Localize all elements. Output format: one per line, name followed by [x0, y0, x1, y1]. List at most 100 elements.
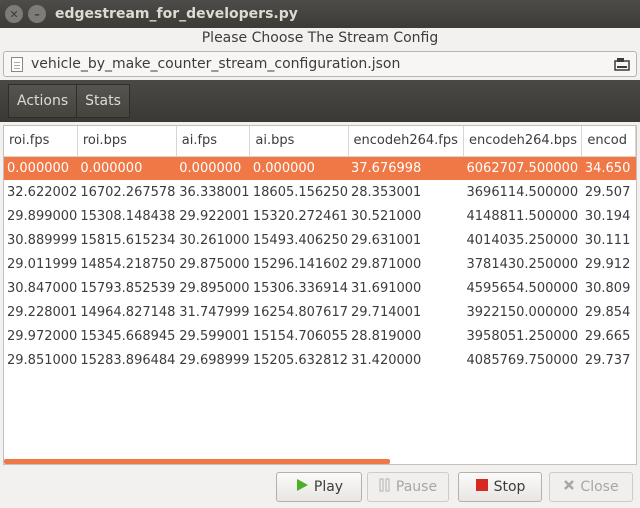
column-header[interactable]: encodeh264.bps	[463, 126, 583, 157]
table-cell: 29.011999	[7, 256, 78, 272]
column-header[interactable]: encod	[581, 126, 636, 157]
table-cell: 0.000000	[249, 156, 348, 180]
horizontal-scrollbar[interactable]	[4, 459, 636, 464]
table-cell: 31.691000	[351, 280, 422, 296]
table-cell: 30.261000	[179, 232, 250, 248]
pause-button-label: Pause	[395, 479, 438, 495]
table-cell: 15283.896484	[80, 352, 176, 368]
table-cell: 30.809	[584, 280, 631, 296]
table-cell: 4595654.500000	[466, 280, 579, 296]
table-cell: 15308.148438	[80, 208, 176, 224]
table-cell: 29.871000	[351, 256, 422, 272]
close-button-label: Close	[580, 479, 619, 495]
document-icon	[11, 56, 23, 72]
stats-table-view[interactable]: roi.fps roi.bps ai.fps ai.bps encodeh264…	[3, 125, 637, 465]
table-cell: 4148811.500000	[466, 208, 579, 224]
table-cell: 15493.406250	[252, 232, 348, 248]
table-cell: 29.922001	[179, 208, 250, 224]
table-cell: 15296.141602	[252, 256, 348, 272]
table-cell: 29.912	[584, 256, 631, 272]
table-cell: 29.507	[584, 184, 631, 200]
table-cell: 6062707.500000	[463, 156, 582, 180]
table-cell: 15205.632812	[252, 352, 348, 368]
column-header[interactable]: roi.bps	[77, 126, 177, 157]
toolbar: Actions Stats	[0, 80, 640, 122]
button-row: Play Pause Stop Close	[0, 472, 640, 502]
play-button[interactable]: Play	[276, 472, 362, 502]
table-row[interactable]: 30.847000 15793.852539 29.895000 15306.3369…	[4, 276, 636, 300]
play-button-label: Play	[313, 479, 344, 495]
table-cell: 16702.267578	[80, 184, 176, 200]
table-header-row: roi.fps roi.bps ai.fps ai.bps encodeh264…	[4, 126, 636, 157]
table-row[interactable]: 29.228001 14964.827148 31.747999 16254.8076…	[4, 300, 636, 324]
stop-button-label: Stop	[493, 479, 526, 495]
table-cell: 29.698999	[179, 352, 250, 368]
table-row[interactable]: 32.622002 16702.267578 36.338001 18605.1562…	[4, 180, 636, 204]
table-cell: 29.665	[584, 328, 631, 344]
table-cell: 3696114.500000	[466, 184, 579, 200]
table-cell: 29.228001	[7, 304, 78, 320]
config-file-name: vehicle_by_make_counter_stream_configura…	[31, 56, 401, 72]
table-cell: 30.111	[584, 232, 631, 248]
table-cell: 29.854	[584, 304, 631, 320]
table-cell: 15320.272461	[252, 208, 348, 224]
stop-button[interactable]: Stop	[458, 472, 542, 502]
open-folder-icon[interactable]	[614, 56, 630, 72]
table-cell: 30.521000	[351, 208, 422, 224]
table-cell: 15306.336914	[252, 280, 348, 296]
table-cell: 28.353001	[351, 184, 422, 200]
table-cell: 15154.706055	[252, 328, 348, 344]
config-file-chooser[interactable]: vehicle_by_make_counter_stream_configura…	[3, 51, 637, 77]
table-cell: 34.650	[581, 156, 636, 180]
stop-icon	[475, 478, 489, 496]
column-header[interactable]: ai.fps	[176, 126, 251, 157]
close-button[interactable]: Close	[549, 472, 633, 502]
table-row[interactable]: 29.972000 15345.668945 29.599001 15154.7060…	[4, 324, 636, 348]
window-close-button[interactable]: ✕	[5, 5, 23, 23]
table-cell: 3922150.000000	[466, 304, 579, 320]
column-header[interactable]: ai.bps	[249, 126, 349, 157]
column-header[interactable]: roi.fps	[4, 126, 78, 157]
table-cell: 29.631001	[351, 232, 422, 248]
stats-tab[interactable]: Stats	[77, 84, 130, 118]
table-cell: 0.000000	[77, 156, 177, 180]
table-cell: 14964.827148	[80, 304, 176, 320]
table-cell: 31.420000	[351, 352, 422, 368]
table-cell: 15793.852539	[80, 280, 176, 296]
table-cell: 0.000000	[4, 156, 78, 180]
pause-icon	[379, 478, 391, 496]
table-row[interactable]: 30.889999 15815.615234 30.261000 15493.4062…	[4, 228, 636, 252]
table-cell: 29.737	[584, 352, 631, 368]
table-cell: 16254.807617	[252, 304, 348, 320]
table-body: 0.000000 0.000000 0.000000 0.000000 37.67699…	[4, 156, 636, 372]
actions-tab[interactable]: Actions	[8, 84, 78, 118]
window-titlebar: ✕ – edgestream_for_developers.py	[0, 0, 640, 28]
window-title: edgestream_for_developers.py	[55, 6, 298, 22]
table-row[interactable]: 29.899000 15308.148438 29.922001 15320.2724…	[4, 204, 636, 228]
table-cell: 29.899000	[7, 208, 78, 224]
table-cell: 3781430.250000	[466, 256, 579, 272]
table-cell: 15815.615234	[80, 232, 176, 248]
table-cell: 37.676998	[348, 156, 464, 180]
table-row[interactable]: 0.000000 0.000000 0.000000 0.000000 37.67699…	[4, 156, 636, 180]
table-cell: 29.972000	[7, 328, 78, 344]
table-cell: 30.889999	[7, 232, 78, 248]
table-cell: 29.895000	[179, 280, 250, 296]
table-cell: 0.000000	[176, 156, 250, 180]
pause-button[interactable]: Pause	[367, 472, 449, 502]
table-cell: 29.851000	[7, 352, 78, 368]
window-minimize-button[interactable]: –	[28, 5, 46, 23]
table-cell: 29.599001	[179, 328, 250, 344]
column-header[interactable]: encodeh264.fps	[348, 126, 465, 157]
table-row[interactable]: 29.851000 15283.896484 29.698999 15205.6328…	[4, 348, 636, 372]
table-cell: 32.622002	[7, 184, 78, 200]
stats-table: roi.fps roi.bps ai.fps ai.bps encodeh264…	[4, 126, 636, 372]
table-cell: 31.747999	[179, 304, 250, 320]
table-cell: 28.819000	[351, 328, 422, 344]
table-cell: 4085769.750000	[466, 352, 579, 368]
table-cell: 18605.156250	[252, 184, 348, 200]
table-cell: 29.714001	[351, 304, 422, 320]
table-row[interactable]: 29.011999 14854.218750 29.875000 15296.1416…	[4, 252, 636, 276]
play-icon	[295, 478, 309, 496]
scrollbar-thumb[interactable]	[4, 459, 390, 464]
